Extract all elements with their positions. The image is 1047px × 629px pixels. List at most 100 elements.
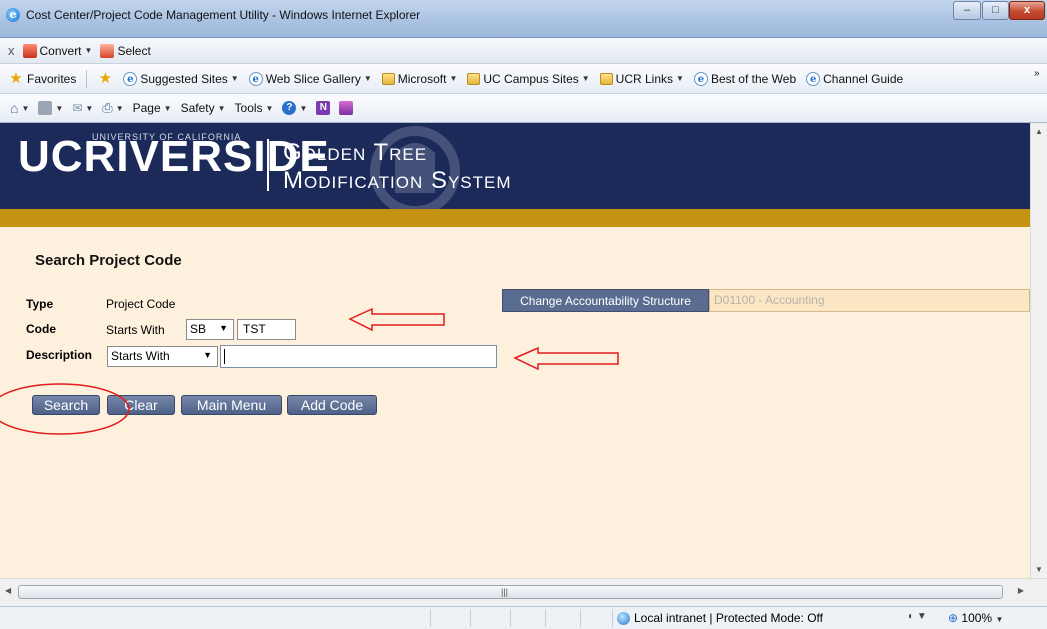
link-label: UC Campus Sites — [483, 71, 579, 86]
link-label: Best of the Web — [710, 71, 797, 86]
feeds-button[interactable]: ▼ — [38, 101, 63, 115]
code-prefix-select[interactable]: SB ▼ — [186, 319, 234, 340]
gold-accent-bar — [0, 209, 1030, 227]
link-label: Suggested Sites — [140, 71, 228, 86]
toolbar-divider — [86, 69, 88, 88]
chevron-down-icon: ▼ — [265, 103, 274, 113]
annotation-arrow-code — [348, 307, 445, 332]
rss-feed-icon — [38, 101, 53, 115]
page-menu-label: Page — [132, 101, 161, 115]
convert-label: Convert — [39, 43, 82, 58]
print-button[interactable]: ⎙ ▼ — [102, 100, 123, 116]
select-button[interactable]: Select — [100, 43, 151, 58]
code-operator-text: Starts With — [106, 323, 165, 337]
e-icon: e — [123, 71, 138, 86]
status-divider — [510, 609, 511, 627]
onenote-button[interactable]: N — [316, 101, 331, 115]
favorites-overflow-chevron[interactable]: » — [1034, 68, 1040, 79]
close-toolbar-button[interactable]: x — [8, 43, 15, 58]
chevron-down-icon: ▼ — [84, 46, 93, 55]
scroll-down-icon[interactable]: ▼ — [1035, 565, 1043, 574]
folder-icon — [599, 72, 613, 85]
mail-icon: ✉ — [72, 101, 83, 115]
favorites-link-ucr-links[interactable]: UCR Links ▼ — [599, 71, 684, 86]
select-pdf-icon — [100, 43, 115, 58]
select-label: Select — [117, 43, 151, 58]
vertical-scrollbar[interactable]: ▲ ▼ — [1030, 123, 1047, 578]
scroll-right-icon[interactable]: ▶ — [1018, 586, 1024, 595]
banner-divider — [267, 139, 269, 191]
chevron-down-icon: ▼ — [581, 74, 590, 83]
favorites-link-suggested-sites[interactable]: e Suggested Sites ▼ — [123, 71, 239, 86]
star-icon: ★ — [9, 69, 23, 87]
favorites-link-best-of-the-web[interactable]: e Best of the Web — [693, 71, 797, 86]
status-divider — [580, 609, 581, 627]
favorites-link-web-slice-gallery[interactable]: e Web Slice Gallery ▼ — [248, 71, 372, 86]
chevron-down-icon: ▼ — [995, 615, 1004, 624]
chevron-down-icon: ▼ — [676, 74, 684, 83]
command-toolbar: ⌂ ▼ ▼ ✉ ▼ ⎙ ▼ Page ▼ Safety ▼ Tools ▼ ? … — [0, 94, 1047, 123]
favorites-link-channel-guide[interactable]: e Channel Guide — [806, 71, 904, 86]
mail-button[interactable]: ✉ ▼ — [72, 101, 93, 115]
chevron-down-icon: ▼ — [203, 350, 212, 360]
page-menu[interactable]: Page ▼ — [133, 101, 172, 115]
search-button[interactable]: Search — [32, 395, 100, 415]
folder-icon — [381, 72, 395, 85]
onenote-icon: N — [316, 101, 331, 115]
chevron-down-icon: ▼ — [230, 74, 239, 83]
type-value: Project Code — [106, 297, 176, 311]
horizontal-scroll-thumb[interactable]: ||| — [18, 585, 1003, 599]
help-button[interactable]: ? ▼ — [282, 101, 307, 115]
folder-icon — [467, 72, 481, 85]
main-menu-button[interactable]: Main Menu — [181, 395, 282, 415]
safety-menu-label: Safety — [180, 101, 215, 115]
change-accountability-structure-button[interactable]: Change Accountability Structure — [502, 289, 709, 312]
favorites-link-microsoft[interactable]: Microsoft ▼ — [381, 71, 457, 86]
system-name-line2: Modification System — [283, 167, 512, 194]
scroll-left-icon[interactable]: ◀ — [5, 586, 11, 595]
tools-menu-label: Tools — [234, 101, 263, 115]
add-favorites-button[interactable]: ★ — [97, 71, 113, 86]
description-input[interactable] — [220, 345, 497, 368]
description-operator-select[interactable]: Starts With ▼ — [107, 346, 218, 367]
close-icon: x — [8, 43, 15, 58]
code-prefix-value: SB — [190, 322, 207, 336]
e-icon: e — [806, 71, 821, 86]
globe-icon — [617, 611, 630, 625]
status-divider — [612, 609, 613, 627]
minimize-button[interactable]: – — [953, 1, 981, 20]
maximize-button[interactable]: □ — [982, 1, 1009, 20]
close-window-button[interactable]: x — [1009, 1, 1045, 20]
safety-menu[interactable]: Safety ▼ — [181, 101, 226, 115]
site-banner: UNIVERSITY OF CALIFORNIA UCRIVERSIDE Gol… — [0, 123, 1030, 209]
system-name-line1: Golden Tree — [283, 139, 428, 166]
add-code-button[interactable]: Add Code — [287, 395, 377, 415]
text-cursor — [224, 349, 225, 364]
chevron-down-icon: ▼ — [363, 74, 372, 83]
link-label: UCR Links — [615, 71, 674, 86]
code-input[interactable]: TST — [237, 319, 296, 340]
chevron-down-icon: ▼ — [163, 103, 172, 113]
link-label: Channel Guide — [823, 71, 904, 86]
zoom-control[interactable]: ⊕ 100% ▼ — [948, 611, 1003, 625]
scroll-up-icon[interactable]: ▲ — [1035, 127, 1043, 136]
security-zone-text: Local intranet | Protected Mode: Off — [634, 611, 823, 625]
favorites-link-uc-campus-sites[interactable]: UC Campus Sites ▼ — [467, 71, 590, 86]
command-bar: x Convert ▼ Select — [0, 38, 1047, 64]
convert-button[interactable]: Convert ▼ — [22, 43, 93, 58]
protected-mode-icon[interactable]: ◐ ▼ — [908, 611, 927, 622]
window-title: Cost Center/Project Code Management Util… — [26, 8, 421, 22]
link-label: Web Slice Gallery — [265, 71, 361, 86]
tools-menu[interactable]: Tools ▼ — [235, 101, 274, 115]
clear-button[interactable]: Clear — [107, 395, 175, 415]
favorites-button[interactable]: ★ Favorites — [8, 69, 77, 87]
e-icon: e — [693, 71, 708, 86]
favorites-label: Favorites — [27, 71, 77, 86]
security-zone[interactable]: Local intranet | Protected Mode: Off — [617, 611, 823, 625]
status-bar: Local intranet | Protected Mode: Off ◐ ▼… — [0, 606, 1047, 629]
horizontal-scrollbar[interactable]: ◀ ||| ▶ — [0, 578, 1047, 606]
research-button[interactable] — [339, 101, 354, 115]
link-label: Microsoft — [397, 71, 447, 86]
home-button[interactable]: ⌂ ▼ — [10, 100, 29, 116]
research-icon — [339, 101, 354, 115]
